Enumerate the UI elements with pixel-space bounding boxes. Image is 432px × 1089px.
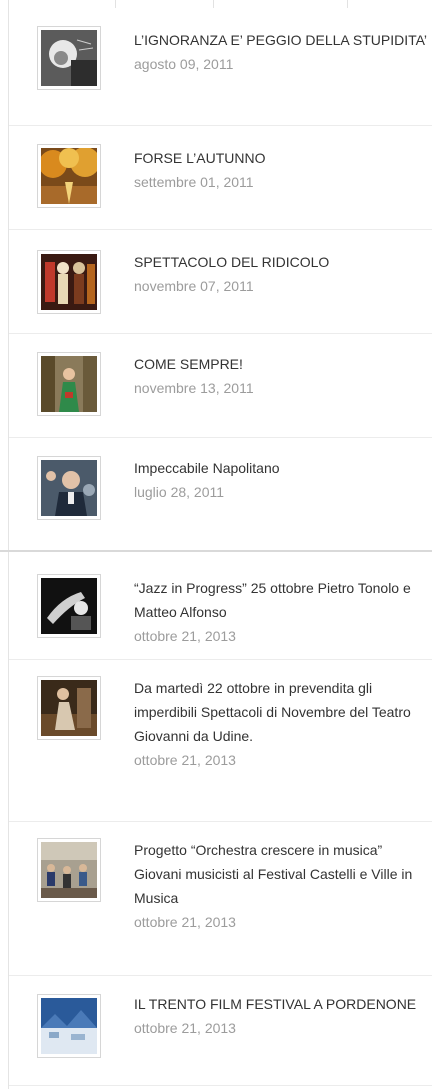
post-date: agosto 09, 2011 <box>134 56 234 72</box>
post-title: Impeccabile Napolitano luglio 28, 2011 <box>134 456 429 504</box>
list-item[interactable]: Impeccabile Napolitano luglio 28, 2011 <box>9 438 432 550</box>
post-title-link[interactable]: Progetto “Orchestra crescere in musica” … <box>134 842 412 906</box>
post-title: COME SEMPRE! novembre 13, 2011 <box>134 352 429 400</box>
post-title-link[interactable]: COME SEMPRE! <box>134 356 243 372</box>
post-date: novembre 13, 2011 <box>134 380 254 396</box>
post-list-section-2: “Jazz in Progress” 25 ottobre Pietro Ton… <box>9 552 432 1086</box>
list-item[interactable]: “Jazz in Progress” 25 ottobre Pietro Ton… <box>9 552 432 660</box>
post-date: ottobre 21, 2013 <box>134 1020 236 1036</box>
green-figure-photo <box>41 356 97 412</box>
list-item[interactable]: FORSE L’AUTUNNO settembre 01, 2011 <box>9 126 432 230</box>
list-item[interactable]: COME SEMPRE! novembre 13, 2011 <box>9 334 432 438</box>
autumn-trees-photo <box>39 147 100 204</box>
post-title-link[interactable]: FORSE L’AUTUNNO <box>134 150 265 166</box>
post-thumbnail[interactable] <box>37 456 101 520</box>
list-item[interactable]: L’IGNORANZA E’ PEGGIO DELLA STUPIDITA’ a… <box>9 0 432 126</box>
masks-photo <box>41 254 97 310</box>
post-title: FORSE L’AUTUNNO settembre 01, 2011 <box>134 146 429 194</box>
post-thumbnail[interactable] <box>37 676 101 740</box>
post-thumbnail[interactable] <box>37 144 101 208</box>
post-date: luglio 28, 2011 <box>134 484 225 500</box>
list-item[interactable]: IL TRENTO FILM FESTIVAL A PORDENONE otto… <box>9 976 432 1086</box>
jazz-musician-photo <box>41 578 97 634</box>
post-date: ottobre 21, 2013 <box>134 752 236 768</box>
post-title: Da martedì 22 ottobre in prevendita gli … <box>134 676 429 772</box>
post-thumbnail[interactable] <box>37 838 101 902</box>
post-thumbnail[interactable] <box>37 26 101 90</box>
snow-mountain-photo <box>41 998 97 1054</box>
post-title-link[interactable]: “Jazz in Progress” 25 ottobre Pietro Ton… <box>134 580 411 620</box>
list-item[interactable]: SPETTACOLO DEL RIDICOLO novembre 07, 201… <box>9 230 432 334</box>
divider <box>9 1085 432 1086</box>
post-title-link[interactable]: SPETTACOLO DEL RIDICOLO <box>134 254 329 270</box>
list-item[interactable]: Da martedì 22 ottobre in prevendita gli … <box>9 660 432 822</box>
post-thumbnail[interactable] <box>37 352 101 416</box>
post-title: IL TRENTO FILM FESTIVAL A PORDENONE otto… <box>134 992 429 1040</box>
post-date: ottobre 21, 2013 <box>134 914 236 930</box>
post-title-link[interactable]: IL TRENTO FILM FESTIVAL A PORDENONE <box>134 996 416 1012</box>
post-title-link[interactable]: Da martedì 22 ottobre in prevendita gli … <box>134 680 411 744</box>
list-item[interactable]: Progetto “Orchestra crescere in musica” … <box>9 822 432 976</box>
orchestra-photo <box>41 842 97 898</box>
post-thumbnail[interactable] <box>37 574 101 638</box>
post-title: “Jazz in Progress” 25 ottobre Pietro Ton… <box>134 576 429 648</box>
post-title: Progetto “Orchestra crescere in musica” … <box>134 838 429 934</box>
post-thumbnail[interactable] <box>37 250 101 314</box>
napolitano-photo <box>41 460 97 516</box>
post-list-section-1: L’IGNORANZA E’ PEGGIO DELLA STUPIDITA’ a… <box>9 0 432 550</box>
post-date: novembre 07, 2011 <box>134 278 254 294</box>
post-title: L’IGNORANZA E’ PEGGIO DELLA STUPIDITA’ a… <box>134 28 429 76</box>
post-title-link[interactable]: L’IGNORANZA E’ PEGGIO DELLA STUPIDITA’ <box>134 32 427 48</box>
einstein-photo <box>41 30 97 86</box>
theatre-stage-photo <box>41 680 97 736</box>
post-title: SPETTACOLO DEL RIDICOLO novembre 07, 201… <box>134 250 429 298</box>
post-title-link[interactable]: Impeccabile Napolitano <box>134 460 280 476</box>
post-date: ottobre 21, 2013 <box>134 628 236 644</box>
post-thumbnail[interactable] <box>37 994 101 1058</box>
post-date: settembre 01, 2011 <box>134 174 254 190</box>
